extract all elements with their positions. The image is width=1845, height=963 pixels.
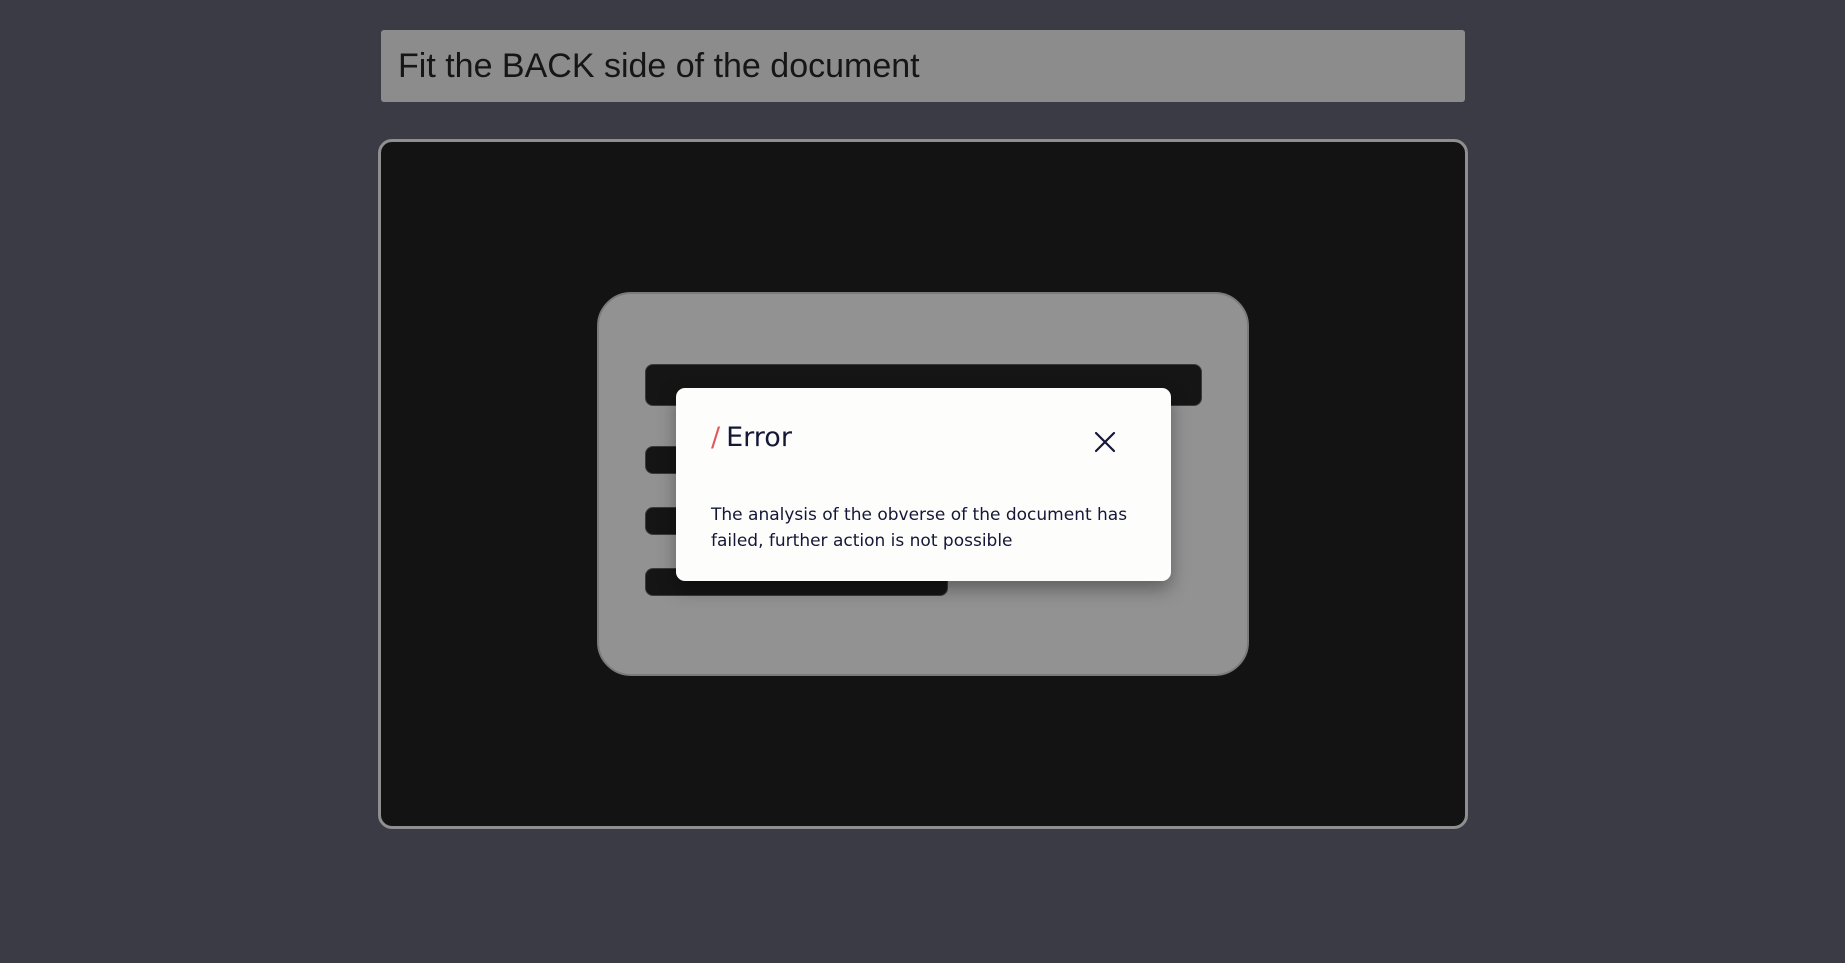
dialog-message: The analysis of the obverse of the docum…: [711, 505, 1128, 551]
close-button[interactable]: [1091, 428, 1119, 456]
dialog-header: / Error: [711, 422, 792, 453]
title-slash: /: [711, 422, 721, 453]
error-dialog: / Error The analysis of the obverse of t…: [676, 388, 1171, 581]
instruction-bar: Fit the BACK side of the document: [381, 30, 1465, 102]
dialog-title: Error: [726, 422, 792, 453]
instruction-text: Fit the BACK side of the document: [398, 46, 920, 85]
close-icon: [1094, 431, 1116, 453]
